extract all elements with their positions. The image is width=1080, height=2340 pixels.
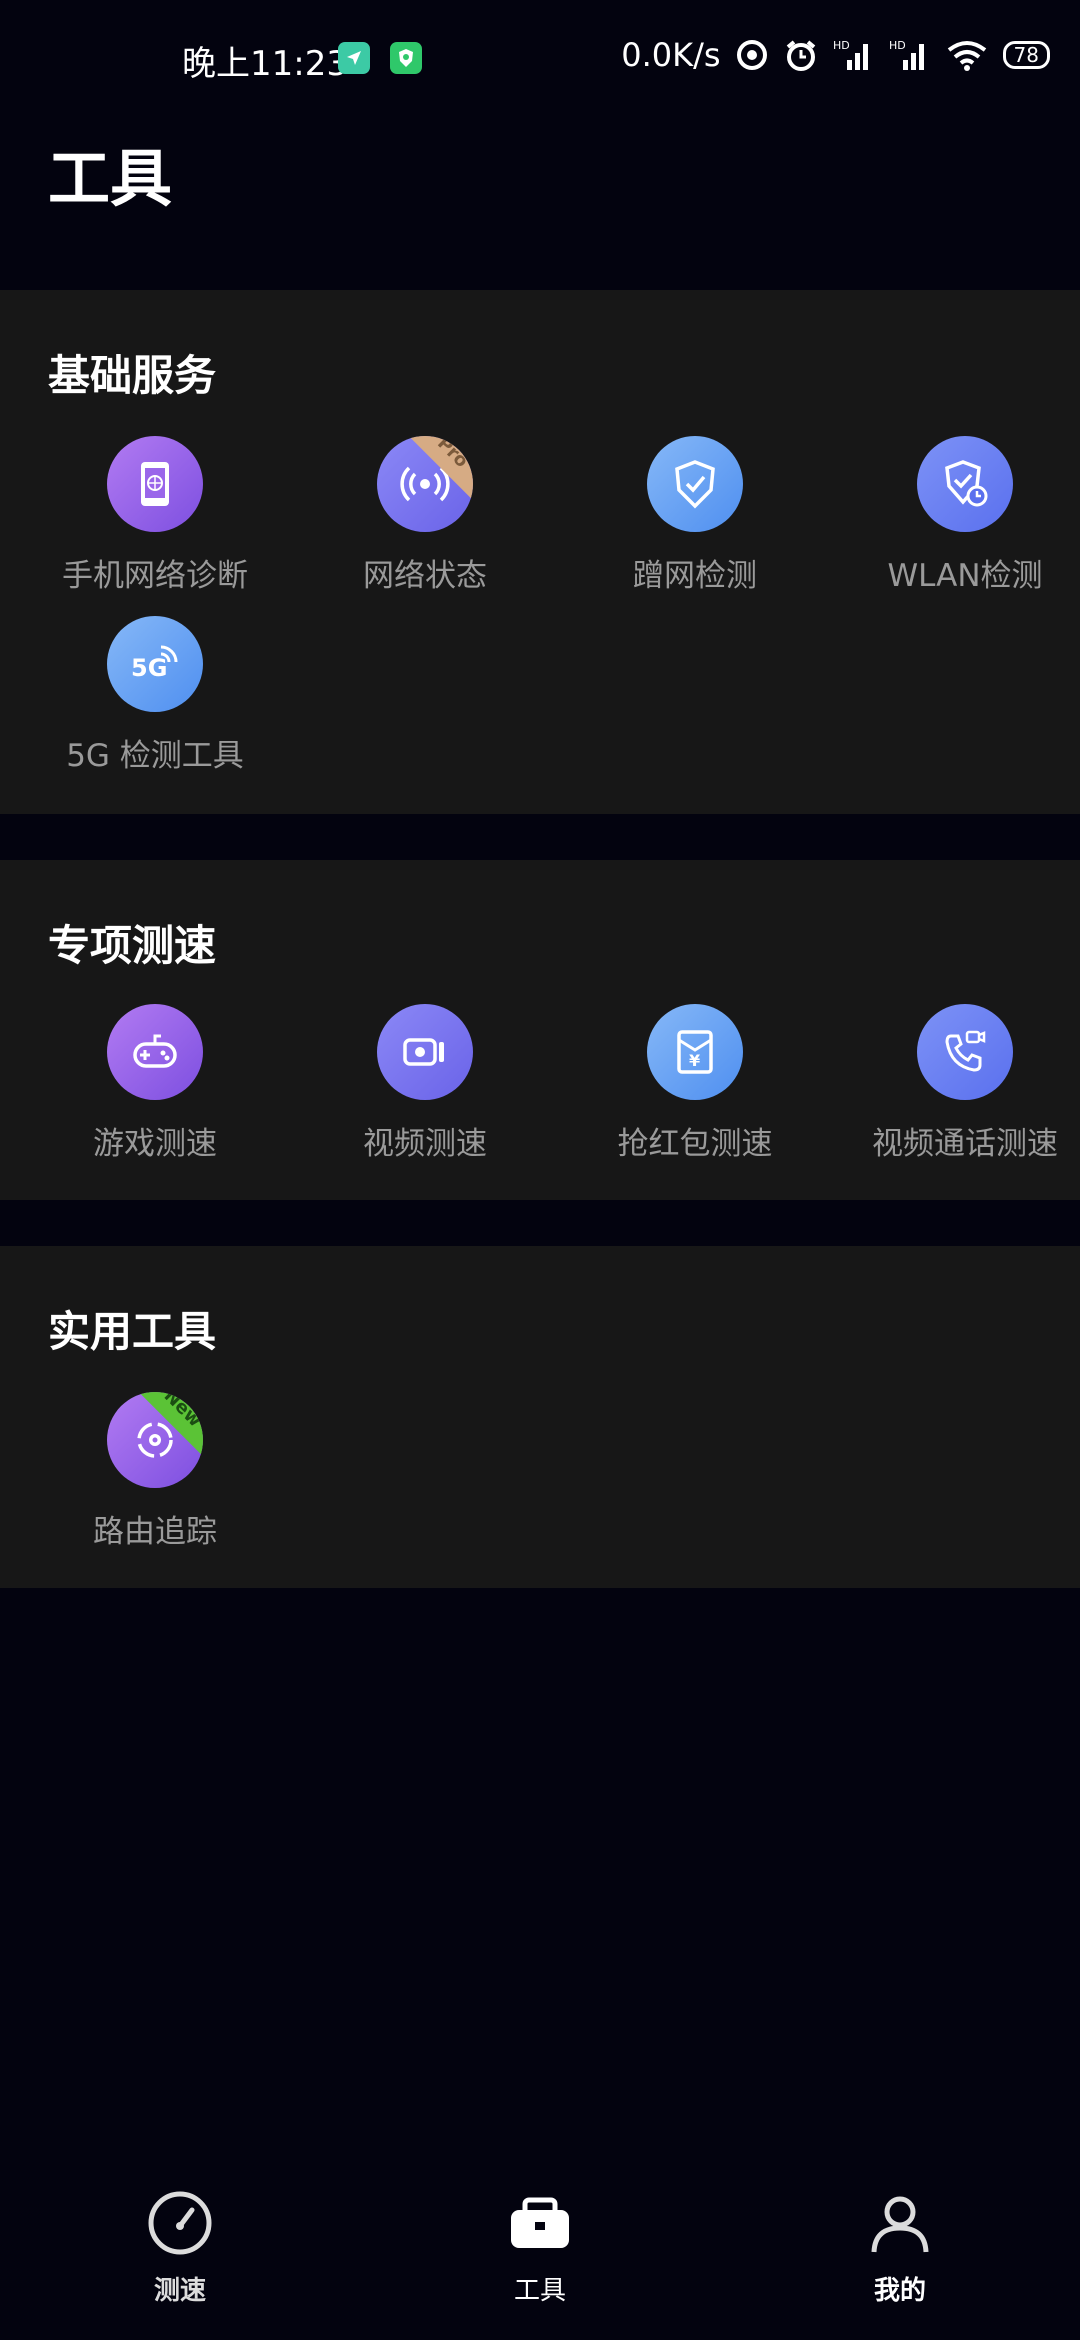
video-camera-icon	[377, 1004, 473, 1100]
battery-icon: 78	[1002, 41, 1050, 69]
tool-route-trace[interactable]: New 路由追踪	[20, 1392, 290, 1551]
location-arrow-icon	[338, 42, 370, 74]
tool-red-packet-speedtest[interactable]: ¥ 抢红包测速	[560, 1004, 830, 1163]
5g-signal-icon: 5G	[107, 616, 203, 712]
phone-diagnosis-icon	[107, 436, 203, 532]
red-packet-icon: ¥	[647, 1004, 743, 1100]
tool-wlan-detection[interactable]: WLAN检测	[830, 436, 1080, 595]
status-right-group: 0.0K/s HD HD 78	[621, 36, 1050, 74]
tool-label: 游戏测速	[93, 1126, 217, 1162]
svg-text:HD: HD	[833, 39, 850, 52]
nav-item-profile[interactable]: 我的	[800, 2188, 1000, 2307]
tool-label: 抢红包测速	[617, 1126, 773, 1162]
user-icon	[871, 2196, 929, 2253]
signal-hd-icon: HD	[833, 39, 868, 70]
route-trace-icon: New	[107, 1392, 203, 1488]
shield-clock-icon	[917, 436, 1013, 532]
signal-hd-icon: HD	[889, 39, 924, 70]
shield-app-icon	[390, 42, 422, 74]
tool-label: 视频测速	[363, 1126, 487, 1162]
tool-label: 手机网络诊断	[62, 558, 248, 594]
tool-video-call-speedtest[interactable]: 视频通话测速	[830, 1004, 1080, 1163]
tool-label: 路由追踪	[93, 1514, 217, 1550]
section-title: 实用工具	[48, 1307, 217, 1356]
section-utility-tools: 实用工具 New 路由追踪	[0, 1246, 1080, 1588]
hotspot-icon	[736, 40, 767, 70]
tool-label: 网络状态	[363, 558, 487, 594]
nav-label: 测速	[153, 2276, 206, 2306]
shield-check-icon	[647, 436, 743, 532]
tool-label: 蹭网检测	[633, 558, 757, 594]
tool-freeloader-detection[interactable]: 蹭网检测	[560, 436, 830, 595]
status-bar: 晚上11:23 0.0K/s HD HD 78	[0, 0, 1080, 120]
nav-item-speedtest[interactable]: 测速	[80, 2188, 280, 2307]
alarm-icon	[786, 40, 815, 71]
phone-video-icon	[917, 1004, 1013, 1100]
section-special-speedtest: 专项测速 游戏测速 视频测速 ¥ 抢红包测速 视频通话测速	[0, 860, 1080, 1200]
tool-phone-network-diagnosis[interactable]: 手机网络诊断	[20, 436, 290, 595]
nav-label: 我的	[873, 2276, 926, 2306]
net-speed: 0.0K/s	[621, 36, 721, 74]
wifi-icon	[947, 41, 986, 71]
section-title: 基础服务	[48, 351, 217, 400]
briefcase-icon	[511, 2197, 569, 2248]
svg-text:HD: HD	[889, 39, 906, 52]
tool-label: WLAN检测	[887, 558, 1043, 594]
broadcast-icon: Pro	[377, 436, 473, 532]
tool-network-status[interactable]: Pro 网络状态	[290, 436, 560, 595]
section-title: 专项测速	[48, 921, 217, 970]
status-time: 晚上11:23	[182, 44, 348, 84]
tool-label: 5G 检测工具	[66, 738, 244, 774]
svg-text:¥: ¥	[689, 1051, 700, 1070]
tool-game-speedtest[interactable]: 游戏测速	[20, 1004, 290, 1163]
speedometer-icon	[148, 2191, 212, 2255]
bottom-nav: 测速 工具 我的	[0, 2170, 1080, 2340]
section-basic-services: 基础服务 手机网络诊断 Pro 网络状态 蹭网检测 WLAN检测 5G 5G 检…	[0, 290, 1080, 814]
nav-item-tools[interactable]: 工具	[440, 2188, 640, 2307]
nav-label: 工具	[513, 2276, 566, 2306]
gamepad-icon	[107, 1004, 203, 1100]
tool-5g-detection[interactable]: 5G 5G 检测工具	[20, 616, 290, 775]
page-title: 工具	[48, 142, 173, 215]
tool-label: 视频通话测速	[872, 1126, 1058, 1162]
tool-video-speedtest[interactable]: 视频测速	[290, 1004, 560, 1163]
svg-text:5G: 5G	[131, 654, 167, 682]
